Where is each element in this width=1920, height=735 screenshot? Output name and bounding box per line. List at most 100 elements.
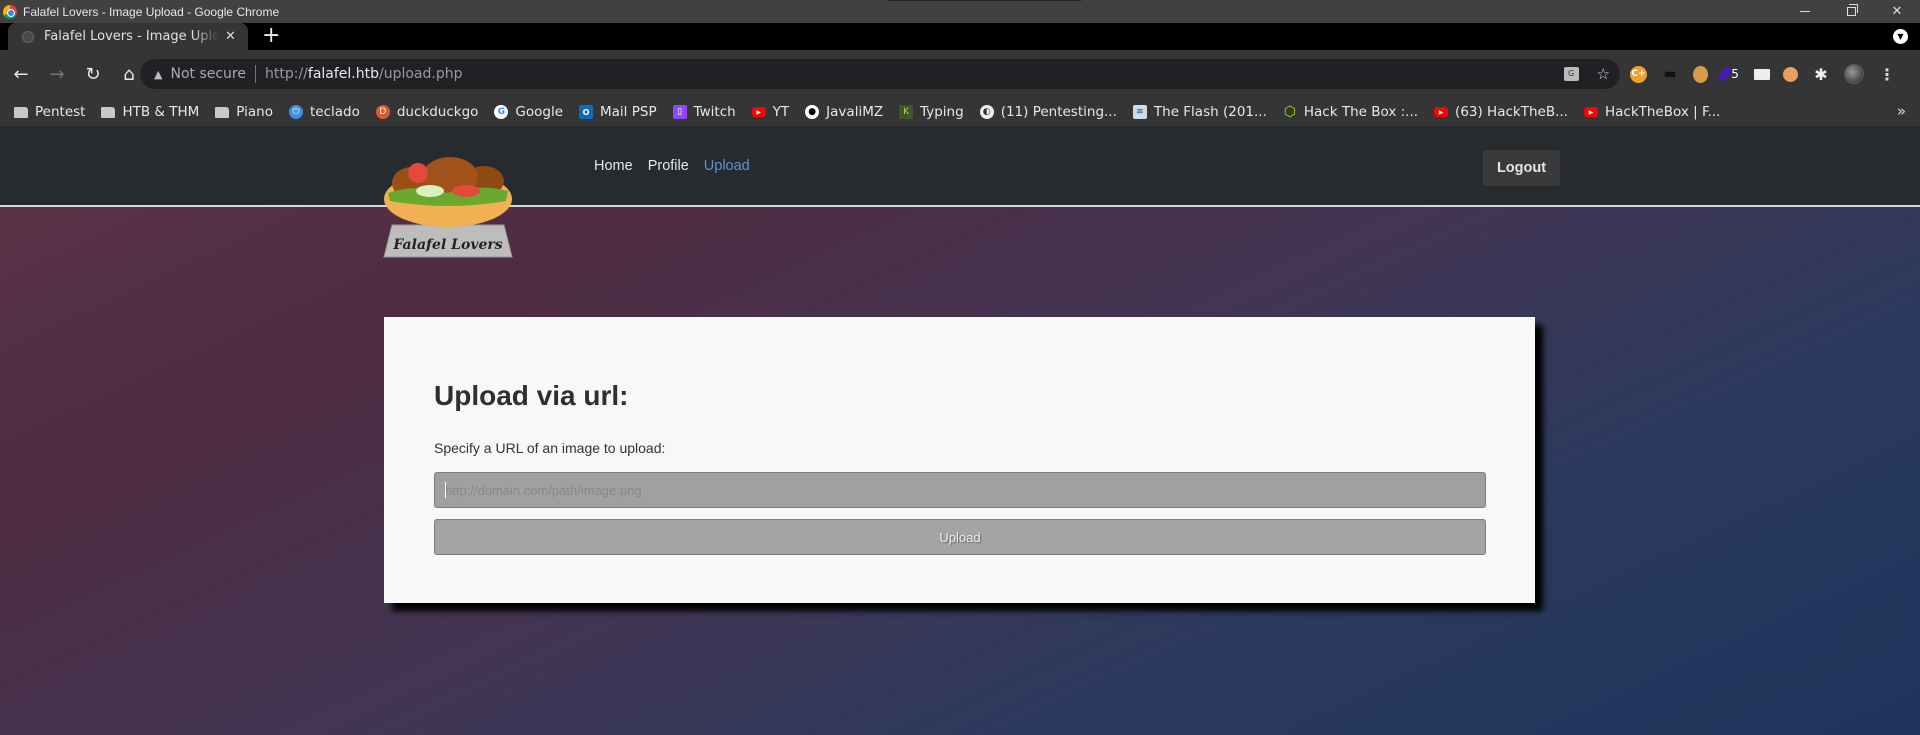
omnibox-divider <box>255 65 256 83</box>
fox-extension-icon[interactable] <box>1783 66 1798 82</box>
translate-icon[interactable]: G <box>1563 67 1579 81</box>
logo-cucumber <box>416 185 444 197</box>
folder-icon <box>14 106 28 118</box>
hat-extension-icon[interactable]: ▬ <box>1660 64 1680 84</box>
close-icon: ✕ <box>1891 4 1903 19</box>
window-controls: ✕ <box>1782 0 1920 23</box>
bookmark-label: Typing <box>920 104 964 120</box>
yt-icon: ▶ <box>1583 107 1598 117</box>
bookmarks-overflow-button[interactable]: » <box>1897 102 1906 120</box>
profile-avatar-icon[interactable] <box>1844 64 1864 84</box>
bookmark-item[interactable]: HTB & THM <box>101 104 199 120</box>
bookmark-item[interactable]: G Google <box>494 104 563 120</box>
falafel-lovers-logo[interactable]: Falafel Lovers <box>378 155 518 261</box>
browser-toolbar: ← → ↻ ⌂ ▲ Not secure http://falafel.htb /… <box>0 50 1920 98</box>
forward-button[interactable]: → <box>42 59 72 89</box>
window-title: Falafel Lovers - Image Upload - Google C… <box>23 4 280 19</box>
globe-icon: ◐ <box>979 105 994 119</box>
bookmark-item[interactable]: ▶ YT <box>751 104 790 120</box>
bookmark-item[interactable]: ▯ Twitch <box>672 104 736 120</box>
bookmark-item[interactable]: ⬡ Hack The Box :... <box>1283 104 1418 120</box>
bookmark-item[interactable]: ≋ The Flash (201... <box>1132 104 1267 120</box>
new-tab-button[interactable]: + <box>262 24 280 48</box>
security-status[interactable]: Not secure <box>170 66 246 82</box>
restore-icon <box>1846 4 1858 16</box>
extensions-area: C+ ▬ 5 ✱ ⋮ <box>1630 59 1897 89</box>
url-host: falafel.htb <box>307 66 379 82</box>
bookmark-item[interactable]: Dduckduckgo <box>375 104 479 120</box>
google-icon: G <box>494 105 509 119</box>
minimize-icon <box>1800 11 1810 12</box>
bookmark-label: Hack The Box :... <box>1303 104 1419 120</box>
bookmark-label: (11) Pentesting... <box>1000 104 1117 120</box>
cplus-extension-icon[interactable]: C+ <box>1630 65 1647 83</box>
nav-upload[interactable]: Upload <box>704 158 750 174</box>
bookmark-item[interactable]: ▶ HackTheBox | F... <box>1583 104 1721 120</box>
bookmark-item[interactable]: Pentest <box>14 104 85 120</box>
extension-badge: 5 <box>1731 67 1739 81</box>
back-button[interactable]: ← <box>6 59 36 89</box>
bookmark-item[interactable]: ▶ (63) HackTheB... <box>1434 104 1568 120</box>
bookmark-label: Twitch <box>693 104 736 120</box>
box-extension-icon[interactable] <box>1754 68 1770 80</box>
twitch-icon: ▯ <box>672 105 687 119</box>
yt-icon: ▶ <box>751 107 766 117</box>
restore-button[interactable] <box>1828 0 1874 23</box>
upload-description: Specify a URL of an image to upload: <box>434 440 666 456</box>
url-scheme: http:// <box>265 66 308 82</box>
warning-icon[interactable]: ▲ <box>154 68 162 81</box>
tab-search-button[interactable]: ▼ <box>1893 29 1908 44</box>
close-window-button[interactable]: ✕ <box>1874 0 1920 23</box>
tab-strip: Falafel Lovers - Image Upload ✕ + ▼ <box>0 23 1920 50</box>
upload-button[interactable]: Upload <box>434 519 1486 555</box>
github-icon: ● <box>805 105 820 119</box>
titlebar-mark <box>888 0 1081 1</box>
tab-title: Falafel Lovers - Image Upload <box>44 29 219 44</box>
bookmark-label: YT <box>772 104 790 120</box>
bookmark-label: Pentest <box>35 104 86 120</box>
bookmark-label: duckduckgo <box>396 104 479 120</box>
bookmark-label: HackTheBox | F... <box>1604 104 1721 120</box>
upload-card: Upload via url: Specify a URL of an imag… <box>384 317 1535 603</box>
puzzle-extensions-icon[interactable]: ✱ <box>1811 64 1831 84</box>
window-titlebar: Falafel Lovers - Image Upload - Google C… <box>0 0 1920 23</box>
folder-icon <box>215 106 230 118</box>
nav-home[interactable]: Home <box>594 158 633 174</box>
bookmark-item[interactable]: ◐ (11) Pentesting... <box>979 104 1117 120</box>
logo-text: Falafel Lovers <box>392 237 502 253</box>
image-url-input[interactable] <box>434 472 1486 508</box>
tab-close-icon[interactable]: ✕ <box>225 29 236 44</box>
ddg-icon: D <box>375 105 390 119</box>
yt-icon: ▶ <box>1434 107 1449 117</box>
bookmarks-bar: Pentest HTB & THM Piano ⏻ teclado Dduckduckgo… <box>0 98 1920 126</box>
logo-tomato <box>408 163 428 183</box>
bookmark-item[interactable]: K Typing <box>899 104 964 120</box>
outlook-icon: O <box>579 105 594 119</box>
bookmark-star-icon[interactable]: ☆ <box>1597 65 1610 83</box>
bookmark-label: HTB & THM <box>122 104 200 120</box>
typing-icon: K <box>899 105 914 119</box>
bookmark-item[interactable]: Piano <box>215 104 273 120</box>
tab-falafel-upload[interactable]: Falafel Lovers - Image Upload ✕ <box>8 23 248 50</box>
bookmark-label: Mail PSP <box>600 104 657 120</box>
reload-button[interactable]: ↻ <box>78 59 108 89</box>
teclado-icon: ⏻ <box>288 105 303 119</box>
flash-icon: ≋ <box>1132 105 1147 119</box>
bookmark-item[interactable]: ● JavaliMZ <box>805 104 883 120</box>
web-page: Falafel Lovers Home Profile Upload Logou… <box>0 126 1920 735</box>
gem-extension-button[interactable]: 5 <box>1717 64 1741 84</box>
minimize-button[interactable] <box>1782 0 1828 23</box>
chrome-menu-icon[interactable]: ⋮ <box>1877 64 1897 84</box>
address-bar[interactable]: ▲ Not secure http://falafel.htb/upload.p… <box>140 59 1620 89</box>
bookmark-item[interactable]: O Mail PSP <box>579 104 657 120</box>
text-caret <box>445 482 446 498</box>
logout-button[interactable]: Logout <box>1483 150 1560 186</box>
bookmark-item[interactable]: ⏻ teclado <box>288 104 360 120</box>
bookmark-label: teclado <box>309 104 360 120</box>
upload-heading: Upload via url: <box>434 380 629 411</box>
site-nav: Home Profile Upload <box>594 158 765 174</box>
cookie-extension-icon[interactable] <box>1693 65 1708 83</box>
logo-tomato-slice <box>452 185 480 197</box>
htb-icon: ⬡ <box>1283 104 1296 120</box>
nav-profile[interactable]: Profile <box>648 158 689 174</box>
